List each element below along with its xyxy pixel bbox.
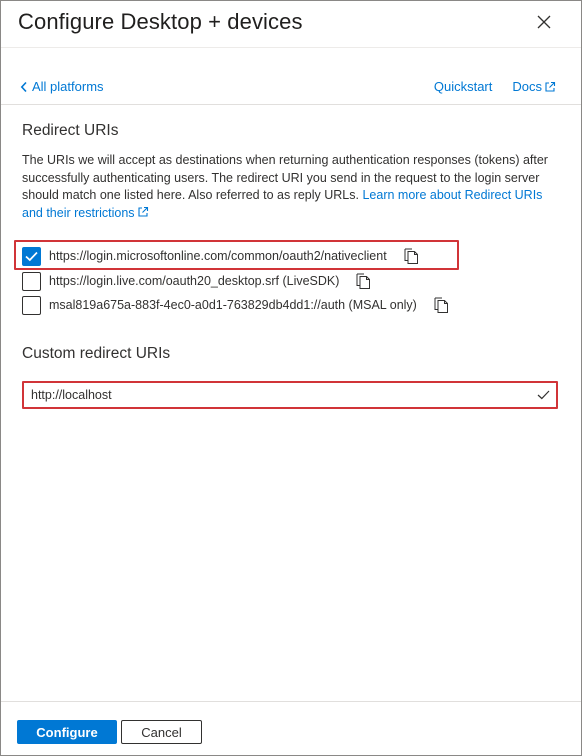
copy-icon[interactable] <box>355 273 371 290</box>
nav-divider <box>1 104 581 105</box>
copy-button[interactable] <box>433 297 449 314</box>
redirect-uri-option: https://login.microsoftonline.com/common… <box>22 246 419 266</box>
all-platforms-label: All platforms <box>32 79 104 94</box>
custom-redirect-heading: Custom redirect URIs <box>22 345 171 362</box>
close-icon[interactable] <box>537 15 551 29</box>
valid-check-icon <box>530 390 556 400</box>
custom-redirect-input[interactable]: http://localhost <box>23 382 557 408</box>
quickstart-link[interactable]: Quickstart <box>434 79 493 94</box>
redirect-uri-option: https://login.live.com/oauth20_desktop.s… <box>22 271 371 291</box>
copy-button[interactable] <box>355 273 371 290</box>
all-platforms-link[interactable]: All platforms <box>20 79 104 94</box>
page-title: Configure Desktop + devices <box>18 9 303 34</box>
copy-icon[interactable] <box>403 248 419 265</box>
redirect-uri-checkbox[interactable] <box>22 271 41 291</box>
external-link-icon <box>138 206 148 217</box>
redirect-uri-label: msal819a675a-883f-4ec0-a0d1-763829db4dd1… <box>49 298 417 312</box>
redirect-uri-checkbox[interactable] <box>22 295 41 315</box>
top-links: Quickstart Docs <box>434 79 556 94</box>
chevron-left-icon <box>20 81 27 92</box>
redirect-uris-description: The URIs we will accept as destinations … <box>22 152 557 222</box>
external-link-icon <box>545 81 556 92</box>
custom-redirect-value: http://localhost <box>31 388 112 402</box>
redirect-uri-label: https://login.microsoftonline.com/common… <box>49 249 387 263</box>
docs-label: Docs <box>512 79 542 94</box>
title-divider <box>1 47 581 48</box>
docs-link[interactable]: Docs <box>512 79 556 94</box>
checkmark-icon <box>25 251 38 261</box>
configure-button[interactable]: Configure <box>17 720 117 744</box>
configure-panel: Configure Desktop + devices All platform… <box>0 0 582 756</box>
cancel-button[interactable]: Cancel <box>121 720 202 744</box>
redirect-uris-heading: Redirect URIs <box>22 122 119 139</box>
redirect-uri-checkbox[interactable] <box>22 246 41 266</box>
copy-icon[interactable] <box>433 297 449 314</box>
redirect-uri-option: msal819a675a-883f-4ec0-a0d1-763829db4dd1… <box>22 295 449 315</box>
redirect-uri-label: https://login.live.com/oauth20_desktop.s… <box>49 274 340 288</box>
footer-divider <box>1 701 581 702</box>
copy-button[interactable] <box>403 248 419 265</box>
close-button[interactable] <box>535 13 553 31</box>
